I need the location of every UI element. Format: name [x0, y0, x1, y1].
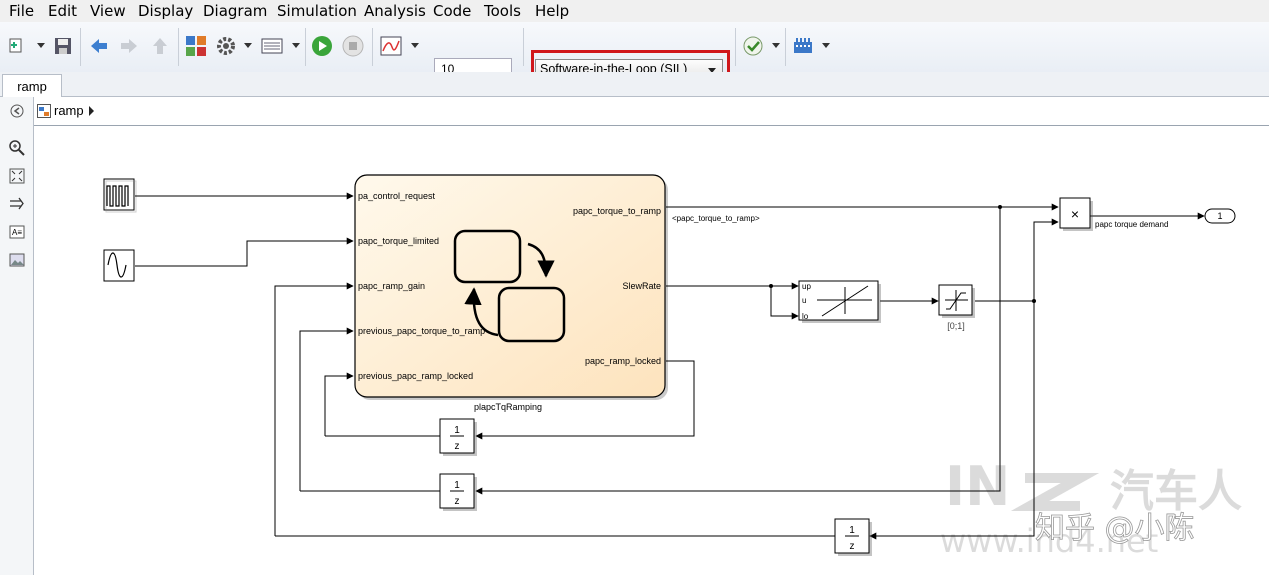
unit-delay-block[interactable]: 1 z	[439, 418, 477, 456]
diagram-canvas: IN 汽车人 www.ind4.net 知乎 @小陈 pa_control_re…	[103, 174, 1242, 560]
menu-file[interactable]: File	[9, 2, 34, 20]
breadcrumb: ramp	[34, 97, 1269, 126]
branch-point	[1032, 299, 1036, 303]
new-model-dropdown[interactable]	[37, 43, 45, 48]
save-icon[interactable]	[52, 35, 74, 57]
up-icon[interactable]	[149, 35, 171, 57]
menu-analysis[interactable]: Analysis	[364, 2, 426, 20]
delay-numerator: 1	[454, 480, 460, 491]
chart-input-port: previous_papc_ramp_locked	[358, 371, 473, 381]
tab-label: ramp	[17, 78, 47, 94]
toolbar-separator	[523, 28, 524, 66]
branch-point	[769, 284, 773, 288]
tab-ramp[interactable]: ramp	[2, 74, 62, 97]
product-block[interactable]: ×	[1059, 197, 1093, 231]
delay-numerator: 1	[849, 525, 855, 536]
check-icon[interactable]	[742, 35, 764, 57]
toolbar-separator	[305, 28, 306, 66]
delay-numerator: 1	[454, 425, 460, 436]
toolbar-separator	[735, 28, 736, 66]
watermark-logo-mark	[1010, 473, 1100, 511]
model-explorer-icon[interactable]	[261, 35, 283, 57]
stop-icon[interactable]	[342, 35, 364, 57]
chart-output-port: papc_ramp_locked	[585, 356, 661, 366]
delay-denominator: z	[455, 496, 460, 507]
watermark-logo: IN	[945, 455, 1010, 518]
chart-output-port: papc_torque_to_ramp	[573, 206, 661, 216]
toolbar-separator	[372, 28, 373, 66]
breadcrumb-arrow-icon[interactable]	[89, 106, 94, 116]
back-icon[interactable]	[88, 35, 110, 57]
chart-input-port: pa_control_request	[358, 191, 436, 201]
zoom-icon[interactable]	[8, 139, 25, 156]
menu-diagram[interactable]: Diagram	[203, 2, 267, 20]
chart-input-port: papc_ramp_gain	[358, 281, 425, 291]
sine-wave-block[interactable]	[103, 249, 135, 282]
signal-label: <papc_torque_to_ramp>	[672, 214, 760, 223]
model-config-icon[interactable]	[215, 35, 237, 57]
svg-text:A≡: A≡	[12, 228, 22, 237]
menu-bar: File Edit View Display Diagram Simulatio…	[0, 0, 1269, 22]
unit-delay-block[interactable]: 1 z	[439, 473, 477, 511]
annotation-icon[interactable]: A≡	[8, 223, 25, 240]
left-palette: A≡	[0, 97, 34, 575]
watermark-author: 知乎 @小陈	[1035, 511, 1195, 546]
chart-input-port: previous_papc_torque_to_ramp	[358, 326, 485, 336]
pulse-generator-block[interactable]	[103, 178, 137, 213]
tab-bar	[0, 72, 1269, 97]
image-icon[interactable]	[8, 251, 25, 268]
hide-browser-icon[interactable]	[8, 102, 25, 119]
menu-view[interactable]: View	[90, 2, 126, 20]
breadcrumb-model[interactable]: ramp	[54, 103, 84, 118]
config-dropdown[interactable]	[244, 43, 252, 48]
scope-icon[interactable]	[380, 35, 402, 57]
build-dropdown[interactable]	[822, 43, 830, 48]
menu-help[interactable]: Help	[535, 2, 569, 20]
toolbar: 10 Software-in-the-Loop (SIL)	[0, 22, 1269, 92]
saturation-block[interactable]	[938, 284, 975, 318]
stateflow-chart-block[interactable]: pa_control_request papc_torque_limited p…	[354, 174, 668, 400]
port-label-u: u	[802, 296, 806, 305]
unit-delay-block[interactable]: 1 z	[834, 518, 872, 556]
saturation-label: [0;1]	[947, 321, 965, 331]
run-icon[interactable]	[311, 35, 333, 57]
menu-edit[interactable]: Edit	[48, 2, 77, 20]
chart-input-port: papc_torque_limited	[358, 236, 439, 246]
rate-limiter-block[interactable]: up u lo	[798, 280, 881, 323]
outport-block[interactable]: 1	[1204, 208, 1236, 224]
forward-icon[interactable]	[118, 35, 140, 57]
toolbar-separator	[785, 28, 786, 66]
check-dropdown[interactable]	[772, 43, 780, 48]
model-icon	[37, 104, 51, 121]
port-label-lo: lo	[802, 312, 809, 321]
arrow-right-icon[interactable]	[8, 195, 25, 212]
scope-dropdown[interactable]	[411, 43, 419, 48]
port-label-up: up	[802, 282, 811, 291]
output-signal-label: papc torque demand	[1095, 220, 1168, 229]
menu-tools[interactable]: Tools	[484, 2, 521, 20]
chart-name: plapcTqRamping	[474, 402, 542, 412]
menu-display[interactable]: Display	[138, 2, 193, 20]
watermark-brand: 汽车人	[1110, 466, 1242, 517]
toolbar-separator	[178, 28, 179, 66]
outport-number: 1	[1217, 211, 1222, 221]
new-model-icon[interactable]	[6, 35, 28, 57]
chart-output-port: SlewRate	[622, 281, 661, 291]
library-browser-icon[interactable]	[185, 35, 207, 57]
product-symbol: ×	[1071, 206, 1079, 222]
explorer-dropdown[interactable]	[292, 43, 300, 48]
toolbar-separator	[80, 28, 81, 66]
branch-point	[998, 205, 1002, 209]
menu-code[interactable]: Code	[433, 2, 471, 20]
delay-denominator: z	[850, 541, 855, 552]
build-icon[interactable]	[792, 35, 814, 57]
menu-simulation[interactable]: Simulation	[277, 2, 357, 20]
delay-denominator: z	[455, 441, 460, 452]
fit-view-icon[interactable]	[8, 167, 25, 184]
signal-lines	[135, 192, 1205, 540]
